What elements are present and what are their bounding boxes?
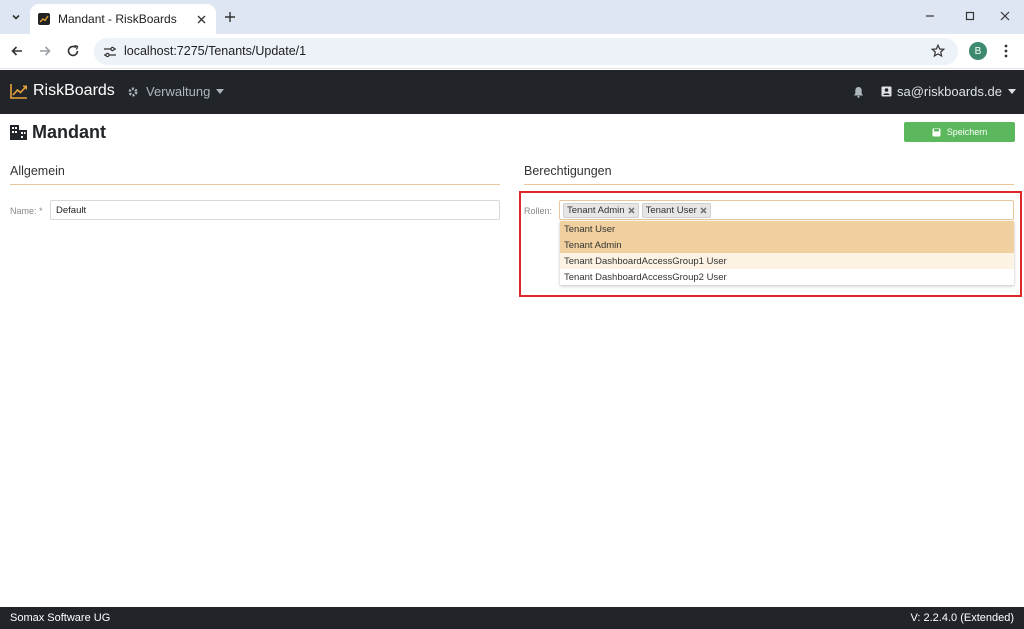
forward-arrow-icon[interactable] — [36, 42, 54, 60]
site-settings-icon[interactable] — [102, 44, 118, 60]
role-chip: Tenant Admin — [563, 202, 639, 218]
roles-multiselect[interactable]: Tenant Admin Tenant User — [559, 200, 1014, 220]
browser-toolbar: localhost:7275/Tenants/Update/1 — [0, 34, 1024, 69]
riskboards-favicon-icon — [38, 13, 50, 25]
role-option[interactable]: Tenant User — [560, 221, 1014, 237]
name-input[interactable]: Default — [50, 200, 500, 220]
new-tab-plus-icon[interactable] — [222, 9, 238, 25]
role-option[interactable]: Tenant Admin — [560, 237, 1014, 253]
name-label: Name: * — [10, 206, 43, 216]
roles-options-list: Tenant User Tenant Admin Tenant Dashboar… — [560, 221, 1014, 285]
maximize-icon[interactable] — [958, 6, 982, 26]
remove-chip-icon[interactable] — [628, 206, 635, 214]
nav-menu-verwaltung[interactable]: Verwaltung — [127, 84, 225, 99]
save-button-label: Speichern — [946, 127, 988, 137]
tab-title: Mandant - RiskBoards — [58, 12, 177, 26]
role-chip-label: Tenant User — [645, 204, 697, 216]
bookmark-star-icon[interactable] — [930, 43, 946, 59]
reload-icon[interactable] — [64, 42, 82, 60]
remove-chip-icon[interactable] — [700, 206, 707, 214]
role-option[interactable]: Tenant DashboardAccessGroup2 User — [560, 269, 1014, 285]
roles-label: Rollen: — [524, 206, 553, 216]
back-arrow-icon[interactable] — [8, 42, 26, 60]
caret-down-icon — [216, 89, 225, 94]
brand-name: RiskBoards — [33, 82, 115, 99]
profile-avatar[interactable]: B — [969, 42, 987, 60]
page-heading: Mandant — [32, 122, 106, 142]
building-icon — [10, 125, 27, 140]
app-footer: Somax Software UG V: 2.2.4.0 (Extended) — [0, 607, 1024, 629]
save-icon — [932, 128, 941, 137]
address-bar[interactable]: localhost:7275/Tenants/Update/1 — [94, 38, 958, 65]
app-navbar: RiskBoards Verwaltung sa@riskboards.de — [0, 70, 1024, 114]
section-divider — [10, 184, 500, 185]
user-id-card-icon — [881, 86, 892, 97]
page-title: Mandant — [10, 122, 106, 143]
user-menu[interactable]: sa@riskboards.de — [881, 84, 1016, 99]
role-option[interactable]: Tenant DashboardAccessGroup1 User — [560, 253, 1014, 269]
chart-line-icon — [10, 82, 28, 100]
bell-icon[interactable] — [852, 85, 865, 99]
caret-down-icon — [1007, 89, 1016, 94]
role-chip-label: Tenant Admin — [567, 204, 625, 216]
browser-tabstrip: Mandant - RiskBoards — [0, 0, 1024, 34]
browser-tab-active[interactable]: Mandant - RiskBoards — [30, 4, 216, 34]
tab-search-chevron-icon[interactable] — [6, 7, 26, 27]
nav-menu-label: Verwaltung — [146, 84, 211, 99]
footer-version: V: 2.2.4.0 (Extended) — [910, 612, 1014, 624]
section-divider — [524, 184, 1014, 185]
section-heading-general: Allgemein — [10, 164, 65, 178]
browser-menu-icon[interactable] — [998, 42, 1014, 60]
minimize-icon[interactable] — [918, 6, 942, 26]
save-button[interactable]: Speichern — [904, 122, 1015, 142]
brand-link[interactable]: RiskBoards — [10, 82, 115, 100]
address-url: localhost:7275/Tenants/Update/1 — [124, 44, 307, 58]
gear-icon — [127, 86, 139, 98]
footer-company: Somax Software UG — [10, 612, 111, 624]
section-heading-permissions: Berechtigungen — [524, 164, 612, 178]
tab-close-icon[interactable] — [194, 12, 208, 26]
window-close-icon[interactable] — [993, 6, 1017, 26]
user-email: sa@riskboards.de — [897, 84, 1002, 99]
role-chip: Tenant User — [641, 202, 711, 218]
